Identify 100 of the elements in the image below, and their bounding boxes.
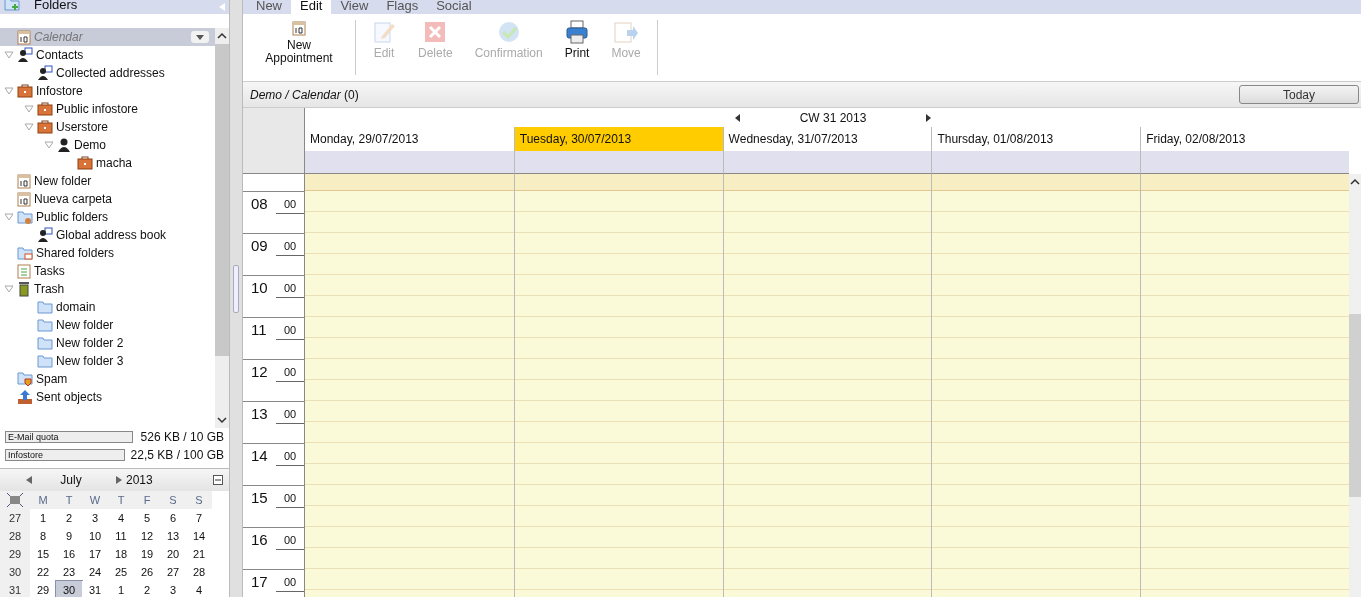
ribbon-tab[interactable]: View [331,0,378,14]
previous-month-icon[interactable] [26,476,32,484]
minute-label: 00 [276,366,304,382]
folder-item[interactable]: Public infostore [0,100,215,118]
folder-item[interactable]: New folder 3 [0,352,215,370]
hour-label: 12 [251,363,268,380]
folder-item[interactable]: Userstore [0,118,215,136]
collapse-triangle-icon[interactable] [44,140,54,150]
week-number: 30 [0,563,30,581]
checklist-icon [17,263,31,279]
minute-label: 00 [276,576,304,592]
month-label: July [60,473,82,487]
folder-item[interactable]: domain [0,298,215,316]
year-label: 2013 [126,473,154,487]
day-cell[interactable]: 30 [56,581,82,597]
folder-item[interactable]: Nueva carpeta [0,190,215,208]
collapse-triangle-icon[interactable] [4,86,14,96]
scroll-up-icon[interactable] [1350,178,1360,186]
cross-icon [423,20,448,44]
folder-item[interactable]: macha [0,154,215,172]
week-number: 27 [0,509,30,527]
folder-item[interactable]: Shared folders [0,244,215,262]
collapse-triangle-icon[interactable] [4,284,14,294]
today-button[interactable]: Today [1239,85,1359,104]
folder-item[interactable]: Demo [0,136,215,154]
calendar-icon [17,173,31,189]
ribbon-tab[interactable]: Edit [291,0,332,14]
folder-item[interactable]: Public folders [0,208,215,226]
day-column[interactable] [513,174,723,597]
quota-reading: 22,5 KB / 100 GB [130,448,224,462]
folder-icon [37,336,53,350]
quota-bar: Infostore [5,449,125,461]
ribbon-tab[interactable]: New [247,0,291,14]
day-column[interactable] [305,174,514,597]
next-week-icon[interactable] [926,113,932,122]
folder-item[interactable]: Global address book [0,226,215,244]
hour-label: 13 [251,405,268,422]
calendar-icon [292,20,306,36]
collapse-triangle-icon[interactable] [4,212,14,222]
folder-icon [37,300,53,314]
weekday-label: T [56,491,82,509]
weekday-label: F [134,491,160,509]
day-header[interactable]: Tuesday, 30/07/2013 [513,127,723,151]
folder-shield-icon [17,371,33,387]
minute-label: 00 [276,240,304,256]
hour-label: 15 [251,489,268,506]
splitter-handle[interactable] [233,264,239,313]
minute-label: 00 [276,534,304,550]
collapse-triangle-icon[interactable] [24,104,34,114]
folder-icon [37,354,53,368]
calendar-icon [17,29,31,45]
folder-item[interactable]: New folder 2 [0,334,215,352]
ribbon-tab[interactable]: Social [427,0,481,14]
weekday-label: T [108,491,134,509]
minute-label: 00 [276,492,304,508]
outbox-icon [17,389,33,405]
scroll-up-icon[interactable] [217,32,227,40]
scrollbar[interactable] [1349,174,1361,597]
minute-label: 00 [276,408,304,424]
day-column[interactable] [722,174,932,597]
hour-label: 16 [251,531,268,548]
folder-item[interactable]: Tasks [0,262,215,280]
collapse-triangle-icon[interactable] [24,122,34,132]
calendar-arrow-icon [613,20,640,44]
scrollbar[interactable] [215,28,229,428]
contact-card-icon [17,47,33,63]
hour-label: 11 [251,321,267,338]
folder-item[interactable]: Infostore [0,82,215,100]
folder-item[interactable]: Spam [0,370,215,388]
quota-bar: E-Mail quota [5,431,133,443]
briefcase-icon [77,156,93,170]
folder-icon [17,209,33,225]
collapse-arrow-icon[interactable] [219,3,225,11]
minute-label: 00 [276,450,304,466]
folder-path: Demo / Calendar (0) [250,87,359,102]
folder-item[interactable]: Sent objects [0,388,215,406]
collapse-icon[interactable] [213,475,223,485]
scroll-down-icon[interactable] [217,416,227,424]
next-month-icon[interactable] [116,476,122,484]
folder-item[interactable]: New folder [0,316,215,334]
trash-icon [17,281,31,297]
weekday-label: S [160,491,186,509]
panel-title: Folders [34,0,78,12]
folder-item[interactable]: New folder [0,172,215,190]
folder-item[interactable]: Contacts [0,46,215,64]
collapse-triangle-icon[interactable] [4,50,14,60]
previous-week-icon[interactable] [734,113,740,122]
folder-item[interactable]: Trash [0,280,215,298]
add-folder-icon[interactable] [4,0,22,11]
hour-label: 09 [251,237,268,254]
dropdown-button[interactable] [191,31,209,43]
hour-label: 14 [251,447,268,464]
minute-label: 00 [276,324,304,340]
day-column[interactable] [931,174,1141,597]
toolbar-button[interactable]: Print [556,20,598,60]
toolbar-button[interactable]: New Appointment [251,20,347,65]
ribbon-tab[interactable]: Flags [377,0,428,14]
expand-grid-icon[interactable] [7,493,23,507]
folder-item[interactable]: Collected addresses [0,64,215,82]
day-header[interactable]: Monday, 29/07/2013 [305,127,514,151]
